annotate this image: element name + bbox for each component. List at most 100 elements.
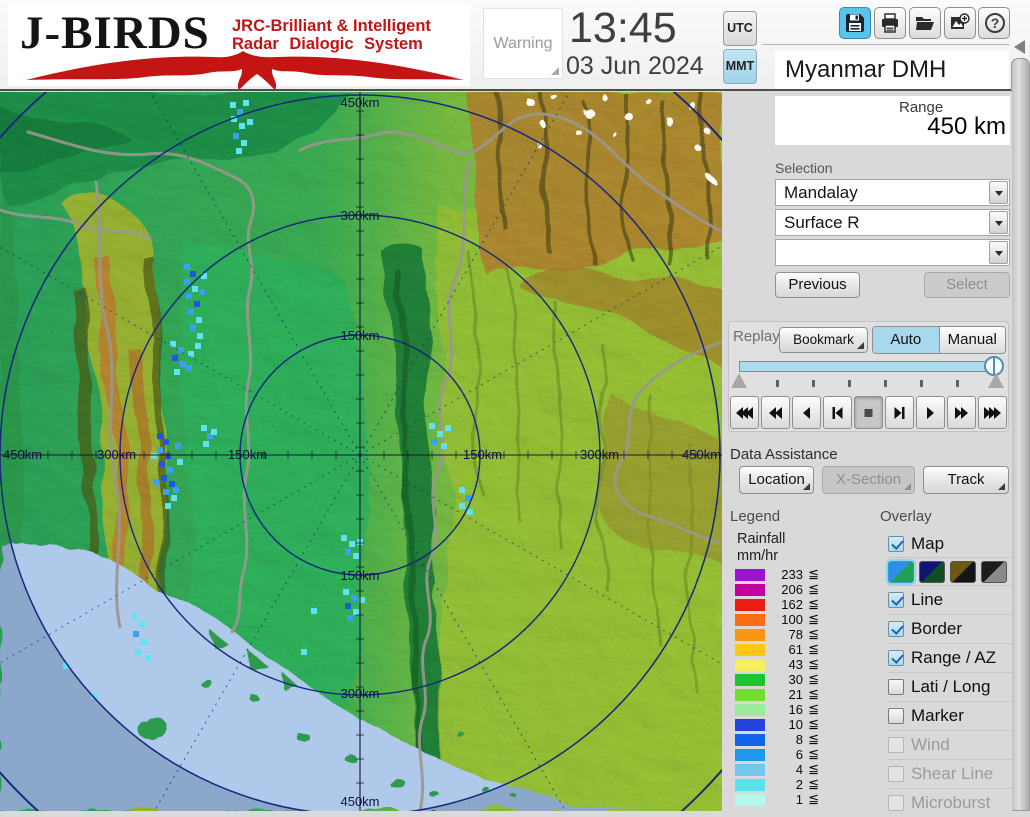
track-button[interactable]: Track [923,466,1009,494]
legend-lte-symbol: ≦ [808,657,819,672]
legend-row: 2 ≦ [735,777,821,792]
range-ring-label: 450km [340,95,379,110]
panel-collapse-icon[interactable] [1014,40,1025,54]
legend-value: 100 [781,612,803,627]
legend-value: 30 [788,672,803,687]
fast-rewind-2x-button[interactable] [761,396,790,429]
location-button[interactable]: Location [739,466,815,494]
legend-row: 16 ≦ [735,702,821,717]
legend-row: 100 ≦ [735,612,821,627]
legend-value: 2 [795,777,803,792]
legend-lte-symbol: ≦ [808,762,819,777]
checkbox[interactable] [888,679,904,695]
radar-map-display[interactable]: 450km 300km 150km 150km 300km 450km 450km 300km… [0,92,722,811]
slider-end-marker[interactable] [988,373,1004,388]
legend-row: 43 ≦ [735,657,821,672]
legend-lte-symbol: ≦ [808,582,819,597]
fast-forward-2x-button[interactable] [947,396,976,429]
option-dropdown[interactable] [775,239,1010,266]
fast-rewind-2x-icon [769,406,782,419]
legend-color-swatch [735,793,765,806]
map-style-swatch[interactable] [886,558,916,585]
chevron-down-icon[interactable] [989,181,1008,204]
legend-lte-symbol: ≦ [808,777,819,792]
legend-color-swatch [735,568,765,581]
legend-value: 1 [795,792,803,807]
overlay-item-label: Range / AZ [911,648,997,667]
help-icon: ? [985,13,1005,33]
rainfall-legend: 233 ≦ 206 ≦ 162 ≦ 100 ≦ 78 ≦ 61 ≦ 43 ≦ 30 ≦ 21 ≦ 16 ≦ 10 ≦ 8 ≦ 6… [735,567,821,807]
legend-row: 61 ≦ [735,642,821,657]
checkbox[interactable] [888,621,904,637]
open-folder-icon [916,17,934,30]
select-button: Select [924,272,1010,298]
legend-lte-symbol: ≦ [808,747,819,762]
overlay-label: Overlay [880,508,932,525]
slider-start-marker[interactable] [731,373,747,388]
range-ring-label: 150km [340,328,379,343]
warning-button[interactable]: Warning [483,8,563,79]
checkbox[interactable] [888,650,904,666]
map-style-swatch[interactable] [981,560,1007,583]
fast-rewind-3x-button[interactable] [730,396,759,429]
legend-row: 8 ≦ [735,732,821,747]
legend-title-rainfall: Rainfall [737,531,786,547]
map-style-swatch[interactable] [919,560,945,583]
play-button[interactable] [916,396,945,429]
app-logo: J-BIRDS JRC-Brilliant & Intelligent Rada… [8,4,470,90]
chevron-down-icon[interactable] [989,241,1008,264]
save-button[interactable] [839,7,871,39]
legend-color-swatch [735,673,765,686]
overlay-item-microburst: Microburst [888,788,1012,817]
chevron-down-icon[interactable] [989,211,1008,234]
legend-title-unit: mm/hr [737,548,779,564]
checkbox[interactable] [888,536,904,552]
bookmark-button[interactable]: Bookmark [779,327,868,353]
fast-forward-3x-button[interactable] [978,396,1007,429]
replay-mode-group: Auto Manual [872,326,1006,354]
overlay-item-map: Map [888,531,1012,557]
checkbox [888,766,904,782]
overlay-item-label: Microburst [911,793,991,812]
panel-collapse-strip[interactable] [1011,58,1030,811]
checkbox[interactable] [888,592,904,608]
timezone-mmt-button[interactable]: MMT [723,49,757,84]
legend-lte-symbol: ≦ [808,687,819,702]
legend-lte-symbol: ≦ [808,792,819,807]
add-image-button[interactable] [944,7,976,39]
legend-lte-symbol: ≦ [808,642,819,657]
slider-tick [884,380,887,387]
legend-row: 4 ≦ [735,762,821,777]
overlay-item-shear-line: Shear Line [888,759,1012,788]
step-forward-icon [894,406,905,419]
site-dropdown[interactable]: Mandalay [775,179,1010,206]
range-ring-label: 300km [97,447,136,462]
previous-button[interactable]: Previous [775,272,860,298]
help-button[interactable]: ? [978,7,1010,39]
legend-value: 233 [781,567,803,582]
legend-value: 43 [788,657,803,672]
legend-label: Legend [730,508,781,525]
auto-mode-button[interactable]: Auto [873,327,940,353]
legend-color-swatch [735,688,765,701]
logo-tagline-1: JRC-Brilliant & Intelligent [232,17,431,35]
range-ring-label: 300km [340,686,379,701]
step-backward-button[interactable] [823,396,852,429]
product-dropdown[interactable]: Surface R [775,209,1010,236]
overlay-item-label: Shear Line [911,764,994,783]
manual-mode-button[interactable]: Manual [939,327,1005,353]
replay-slider-track[interactable] [739,361,999,372]
station-title: Myanmar DMH [785,56,947,83]
map-style-swatch[interactable] [950,560,976,583]
legend-lte-symbol: ≦ [808,612,819,627]
open-folder-button[interactable] [909,7,941,39]
print-button[interactable] [874,7,906,39]
legend-color-swatch [735,718,765,731]
legend-value: 61 [788,642,803,657]
overlay-item-label: Wind [911,735,950,754]
step-forward-button[interactable] [885,396,914,429]
checkbox[interactable] [888,708,904,724]
timezone-utc-button[interactable]: UTC [723,11,757,46]
play-reverse-button[interactable] [792,396,821,429]
stop-button[interactable] [854,396,883,429]
